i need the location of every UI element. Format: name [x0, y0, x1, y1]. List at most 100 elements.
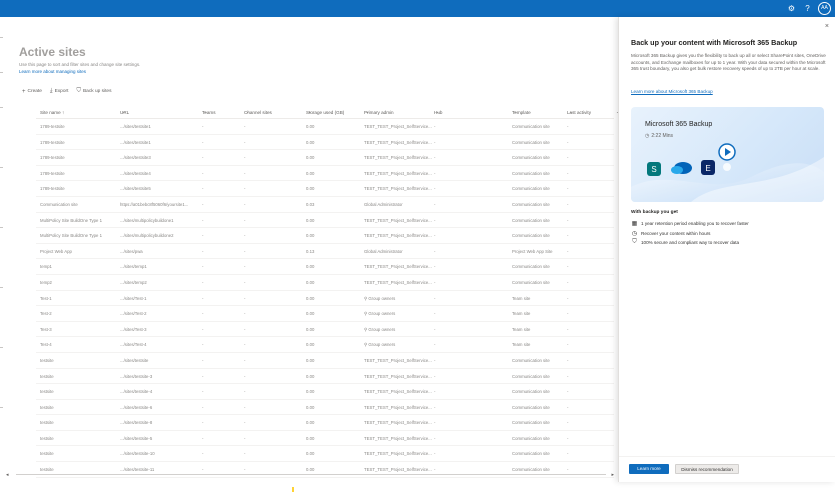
top-bar: ⚙ ? AA	[0, 0, 835, 17]
learn-more-button[interactable]: Learn more	[629, 464, 669, 474]
table-row[interactable]: Test-1 .../sites/Test-1 - - 0.00 ⚲ Group owne…	[36, 291, 614, 307]
table-cell: https://a01bebc8f5060f6/yoursite1...	[120, 201, 189, 207]
table-cell: TEST_TEST_Project_SelfService...	[364, 139, 432, 145]
table-cell: TEST_TEST_Project_SelfService...	[364, 124, 432, 129]
learn-more-link[interactable]: Learn more about managing sites	[19, 69, 86, 74]
table-row[interactable]: 1789-testsite .../sites/testsite5 - - 0.00 TE…	[36, 181, 614, 197]
table-cell: .../sites/temp2	[120, 279, 147, 285]
column-header[interactable]: Last activity	[567, 110, 614, 115]
table-cell: 0.00	[306, 389, 315, 395]
backup-video-card[interactable]: S E Microsoft 365 Backup ◷ 2:22 Mins	[631, 107, 824, 202]
table-row[interactable]: testsite .../sites/testsite - - 0.00 TEST_TES…	[36, 353, 614, 369]
question-icon[interactable]: ?	[802, 3, 813, 14]
table-row[interactable]: testsite .../sites/testsite-6 - - 0.00 TEST_T…	[36, 400, 614, 416]
table-row[interactable]: testsite .../sites/testsite-3 - - 0.00 TEST_T…	[36, 369, 614, 385]
table-cell: -	[244, 420, 246, 426]
table-row[interactable]: Project Web App .../sites/pwa - - 0.13 Global…	[36, 244, 614, 260]
table-cell: 0.00	[306, 451, 315, 457]
table-cell: -	[244, 248, 246, 254]
table-cell: .../sites/pwa	[120, 248, 143, 254]
table-row[interactable]: MultiPolicy Site BuildOne Type 1 .../site…	[36, 213, 614, 229]
scroll-right-icon[interactable]: ▸	[611, 472, 614, 478]
table-row[interactable]: temp1 .../sites/temp1 - - 0.00 TEST_TEST_Proj…	[36, 259, 614, 275]
panel-title: Back up your content with Microsoft 365 …	[631, 38, 798, 47]
table-cell: -	[244, 404, 246, 410]
back-up-sites-button[interactable]: ⛉ Back up sites	[76, 88, 111, 95]
site-name-cell[interactable]: 1789-testsite	[40, 171, 120, 176]
site-name-cell[interactable]: temp1	[40, 264, 120, 269]
table-row[interactable]: 1789-testsite .../sites/testsite4 - - 0.00 TE…	[36, 166, 614, 182]
site-name-cell[interactable]: 1789-testsite	[40, 155, 120, 160]
site-name-cell[interactable]: Test-4	[40, 342, 120, 347]
table-cell: -	[244, 389, 246, 395]
table-cell: 0.00	[306, 342, 315, 348]
site-name-cell[interactable]: Test-1	[40, 296, 120, 301]
table-row[interactable]: Test-2 .../sites/Test-2 - - 0.00 ⚲ Group owne…	[36, 306, 614, 322]
site-name-cell[interactable]: testsite	[40, 358, 120, 363]
table-row[interactable]: testsite .../sites/testsite-5 - - 0.00 TEST_T…	[36, 431, 614, 447]
table-row[interactable]: Communication site https://a01bebc8f5060f…	[36, 197, 614, 213]
table-row[interactable]: testsite .../sites/testsite-10 - - 0.00 TEST_…	[36, 446, 614, 463]
gear-icon[interactable]: ⚙	[786, 3, 797, 14]
table-cell: TEST_TEST_Project_SelfService...	[364, 373, 432, 379]
table-cell: TEST_TEST_Project_SelfService...	[364, 155, 432, 161]
backup-learn-link[interactable]: Learn more about Microsoft 365 Backup	[631, 89, 713, 94]
benefits-list: ▦ 1 year retention period enabling you t…	[631, 219, 827, 248]
table-row[interactable]: temp2 .../sites/temp2 - - 0.00 TEST_TEST_Proj…	[36, 275, 614, 291]
table-cell: -	[202, 451, 204, 457]
table-cell: 0.00	[306, 279, 315, 285]
column-header[interactable]: Teams	[202, 110, 244, 115]
dismiss-recommendation-button[interactable]: Dismiss recommendation	[675, 464, 739, 474]
site-name-cell[interactable]: testsite	[40, 405, 120, 410]
column-header[interactable]: Storage used (GB)	[306, 110, 364, 115]
table-cell: -	[567, 373, 569, 379]
shield-check-icon: ⛉	[632, 239, 637, 246]
table-cell: TEST_TEST_Project_SelfService...	[364, 264, 432, 270]
clock-icon: ◷	[645, 133, 650, 139]
table-cell: -	[202, 170, 204, 176]
horizontal-scrollbar[interactable]: ◂ ▸	[6, 472, 614, 478]
page-title: Active sites	[19, 45, 86, 59]
site-name-cell[interactable]: Test-2	[40, 311, 120, 316]
table-row[interactable]: testsite .../sites/testsite-4 - - 0.00 TEST_T…	[36, 384, 614, 400]
table-cell: .../sites/testsite-3	[120, 373, 153, 379]
table-cell: TEST_TEST_Project_SelfService...	[364, 357, 432, 363]
site-name-cell[interactable]: testsite	[40, 436, 120, 441]
table-cell: ⚲ Group owners	[364, 326, 396, 332]
site-name-cell[interactable]: Project Web App	[40, 249, 120, 254]
site-name-cell[interactable]: testsite	[40, 420, 120, 425]
table-cell: -	[244, 186, 246, 192]
column-header[interactable]: Channel sites	[244, 110, 306, 115]
site-name-cell[interactable]: testsite	[40, 389, 120, 394]
table-cell: -	[244, 264, 246, 270]
table-row[interactable]: MultiPolicy Site BuildOne Type 1 .../site…	[36, 228, 614, 244]
site-name-cell[interactable]: Test-3	[40, 327, 120, 332]
site-name-cell[interactable]: temp2	[40, 280, 120, 285]
table-row[interactable]: Test-4 .../sites/Test-4 - - 0.00 ⚲ Group owne…	[36, 337, 614, 353]
table-row[interactable]: 1789-testsite .../sites/testsite3 - - 0.00 TE…	[36, 150, 614, 166]
site-name-cell[interactable]: 1789-testsite	[40, 186, 120, 191]
column-header[interactable]: Primary admin	[364, 110, 434, 115]
site-name-cell[interactable]: testsite	[40, 451, 120, 456]
table-row[interactable]: 1789-testsite .../sites/testsite1 - - 0.00 TE…	[36, 135, 614, 151]
avatar[interactable]: AA	[818, 2, 831, 15]
column-header[interactable]: URL	[120, 110, 202, 115]
table-row[interactable]: 1789-testsite .../sites/testsite1 - - 0.00 TE…	[36, 119, 614, 135]
site-name-cell[interactable]: MultiPolicy Site BuildOne Type 1	[40, 218, 120, 223]
site-name-cell[interactable]: 1789-testsite	[40, 140, 120, 145]
close-icon[interactable]: ×	[825, 23, 829, 30]
table-cell: -	[434, 373, 436, 379]
site-name-cell[interactable]: MultiPolicy Site BuildOne Type 1	[40, 233, 120, 238]
create-button[interactable]: + Create	[22, 89, 42, 95]
export-button[interactable]: ⤓ Export	[50, 88, 69, 95]
column-header[interactable]: Site name ↑	[40, 110, 120, 115]
site-name-cell[interactable]: 1789-testsite	[40, 124, 120, 129]
site-name-cell[interactable]: testsite	[40, 374, 120, 379]
column-header[interactable]: Hub	[434, 110, 512, 115]
table-row[interactable]: testsite .../sites/testsite-8 - - 0.00 TEST_T…	[36, 415, 614, 431]
scroll-thumb[interactable]	[16, 474, 606, 475]
table-row[interactable]: Test-3 .../sites/Test-3 - - 0.00 ⚲ Group owne…	[36, 322, 614, 338]
scroll-left-icon[interactable]: ◂	[6, 472, 9, 478]
column-header[interactable]: Template	[512, 110, 567, 115]
site-name-cell[interactable]: Communication site	[40, 202, 120, 207]
